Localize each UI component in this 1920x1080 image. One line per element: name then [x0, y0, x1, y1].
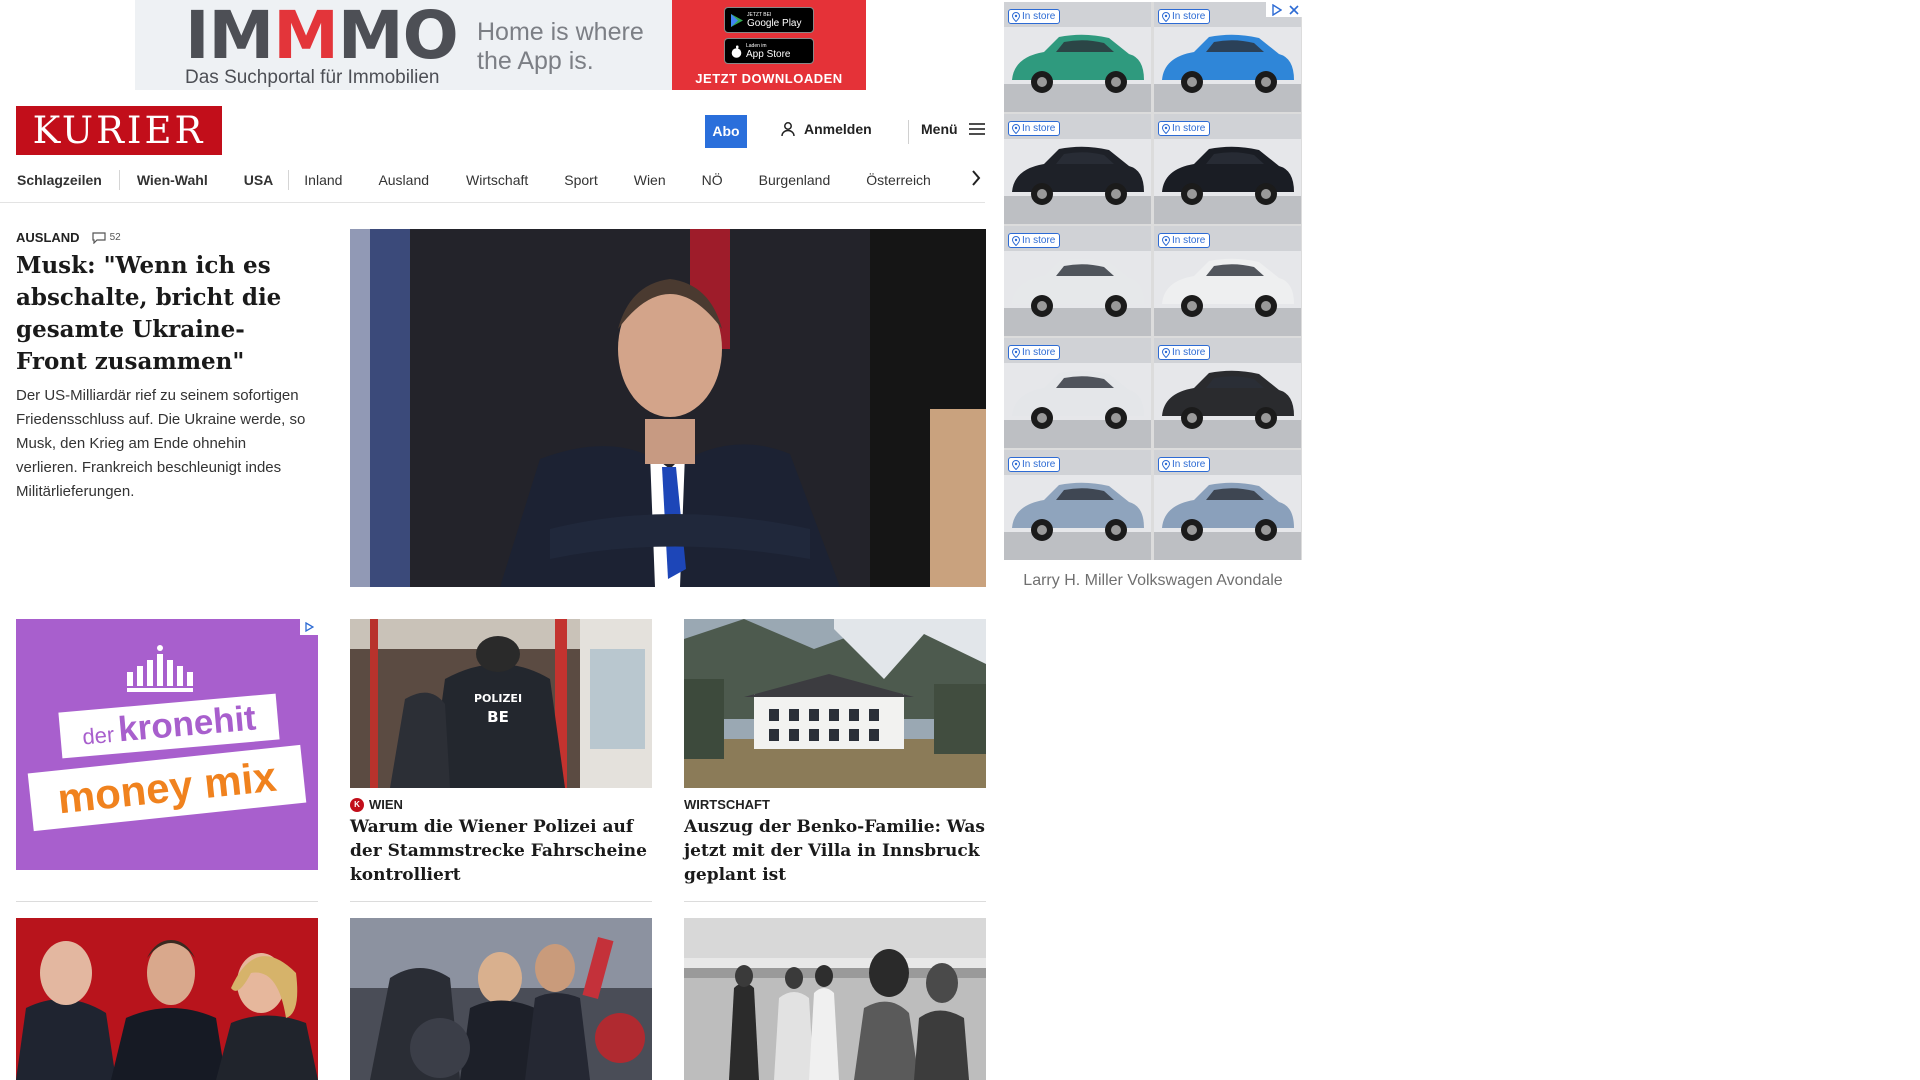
immmo-tagline: Home is where the App is. [477, 18, 644, 75]
download-cta[interactable]: JETZT DOWNLOADEN [695, 71, 842, 86]
comment-count[interactable]: 52 [91, 231, 121, 244]
location-pin-icon [1162, 11, 1170, 22]
car-tile-grid: In store In store In store In store In store… [1004, 2, 1301, 560]
immmo-logo-area: IMMMO Das Suchportal für Immobilien [135, 0, 475, 90]
car-ad-tile[interactable]: In store [1154, 2, 1301, 112]
nav-item-wien-wahl[interactable]: Wien-Wahl [137, 172, 208, 188]
car-ad-tile[interactable]: In store [1154, 338, 1301, 448]
store-buttons: JETZT BEI Google Play Laden im App Store J… [672, 0, 866, 90]
nav-item-noe[interactable]: NÖ [702, 172, 723, 188]
row-divider [16, 901, 318, 902]
car-ad-tile[interactable]: In store [1004, 2, 1151, 112]
lead-headline[interactable]: Musk: "Wenn ich es abschalte, bricht die… [16, 250, 306, 378]
in-store-badge: In store [1008, 345, 1061, 360]
in-store-badge: In store [1158, 233, 1211, 248]
ad-controls [1266, 2, 1302, 17]
google-play-icon [731, 13, 743, 27]
card-kicker-wirtschaft[interactable]: WIRTSCHAFT [684, 797, 770, 812]
in-store-badge: In store [1008, 121, 1061, 136]
nav-item-wien[interactable]: Wien [634, 172, 666, 188]
card-image-villa[interactable] [684, 619, 986, 788]
in-store-badge: In store [1008, 457, 1061, 472]
car-ad-tile[interactable]: In store [1004, 226, 1151, 336]
card-image-vintage-photo[interactable] [684, 918, 986, 1080]
location-pin-icon [1012, 123, 1020, 134]
close-icon[interactable] [1288, 4, 1299, 15]
in-store-badge: In store [1008, 9, 1061, 24]
immmo-banner-ad[interactable]: IMMMO Das Suchportal für Immobilien Home… [135, 0, 866, 90]
app-store-button[interactable]: Laden im App Store [724, 38, 814, 64]
user-icon [781, 122, 795, 137]
immmo-logo: IMMMO [185, 0, 459, 74]
nav-divider [118, 170, 120, 190]
lead-kicker[interactable]: AUSLAND [16, 230, 80, 245]
login-button[interactable]: Anmelden [780, 121, 872, 137]
card-headline-polizei[interactable]: Warum die Wiener Polizei auf der Stammst… [350, 815, 652, 887]
nav-chevron-right-icon[interactable] [968, 168, 984, 188]
lead-teaser: Der US-Milliardär rief zu seinem soforti… [16, 387, 306, 500]
nav-item-wirtschaft[interactable]: Wirtschaft [466, 172, 528, 188]
location-pin-icon [1012, 11, 1020, 22]
card-image-crowd[interactable] [350, 918, 652, 1080]
location-pin-icon [1162, 235, 1170, 246]
section-nav: Schlagzeilen Wien-Wahl USA Inland Auslan… [17, 167, 985, 193]
location-pin-icon [1162, 123, 1170, 134]
immmo-subtitle: Das Suchportal für Immobilien [185, 67, 440, 88]
lead-image[interactable] [350, 229, 986, 587]
car-ad-tile[interactable]: In store [1154, 450, 1301, 560]
card-image-polizei[interactable]: POLIZEI BE [350, 619, 652, 788]
nav-item-burgenland[interactable]: Burgenland [759, 172, 831, 188]
card-kicker-wien[interactable]: K WIEN [350, 797, 403, 812]
nav-item-sport[interactable]: Sport [564, 172, 597, 188]
crown-icon [127, 645, 193, 692]
abo-button[interactable]: Abo [705, 115, 747, 148]
adchoices-icon[interactable] [1270, 3, 1282, 16]
location-pin-icon [1162, 347, 1170, 358]
car-ad-tile[interactable]: In store [1154, 226, 1301, 336]
in-store-badge: In store [1008, 233, 1061, 248]
in-store-badge: In store [1158, 457, 1211, 472]
location-pin-icon [1012, 459, 1020, 470]
car-ad-tile[interactable]: In store [1154, 114, 1301, 224]
card-image-politicians[interactable] [16, 918, 318, 1080]
kurier-plus-badge: K [350, 797, 364, 812]
car-ad-tile[interactable]: In store [1004, 114, 1151, 224]
svg-text:POLIZEI: POLIZEI [474, 692, 522, 705]
svg-text:BE: BE [487, 708, 509, 726]
car-ad-tile[interactable]: In store [1004, 338, 1151, 448]
car-dealer-ad[interactable]: In store In store In store In store In store… [1004, 2, 1302, 560]
login-label: Anmelden [804, 121, 872, 137]
menu-button[interactable]: Menü [921, 121, 986, 137]
nav-bottom-border [0, 202, 985, 203]
header-divider [908, 120, 909, 144]
nav-item-usa[interactable]: USA [244, 172, 274, 188]
nav-item-inland[interactable]: Inland [304, 172, 342, 188]
kronehit-line1: der kronehit [58, 693, 280, 759]
card-headline-benko[interactable]: Auszug der Benko-Familie: Was jetzt mit … [684, 815, 986, 887]
nav-item-ausland[interactable]: Ausland [378, 172, 429, 188]
row-divider [350, 901, 652, 902]
hamburger-icon [968, 123, 985, 135]
lead-meta: AUSLAND 52 [16, 230, 121, 245]
apple-icon [731, 45, 742, 58]
dealer-name[interactable]: Larry H. Miller Volkswagen Avondale [1004, 572, 1302, 590]
adchoices-icon[interactable] [300, 619, 318, 635]
nav-item-schlagzeilen[interactable]: Schlagzeilen [17, 172, 102, 188]
location-pin-icon [1162, 459, 1170, 470]
location-pin-icon [1012, 235, 1020, 246]
nav-item-oesterreich[interactable]: Österreich [866, 172, 931, 188]
location-pin-icon [1012, 347, 1020, 358]
row-divider [684, 901, 986, 902]
in-store-badge: In store [1158, 121, 1211, 136]
car-ad-tile[interactable]: In store [1004, 450, 1151, 560]
in-store-badge: In store [1158, 345, 1211, 360]
menu-label: Menü [921, 121, 958, 137]
nav-divider [288, 170, 290, 190]
in-store-badge: In store [1158, 9, 1211, 24]
google-play-button[interactable]: JETZT BEI Google Play [724, 7, 814, 33]
kurier-logo[interactable]: KURIER [16, 106, 222, 155]
comment-icon [91, 231, 106, 244]
kronehit-ad[interactable]: der kronehit money mix [16, 619, 318, 870]
